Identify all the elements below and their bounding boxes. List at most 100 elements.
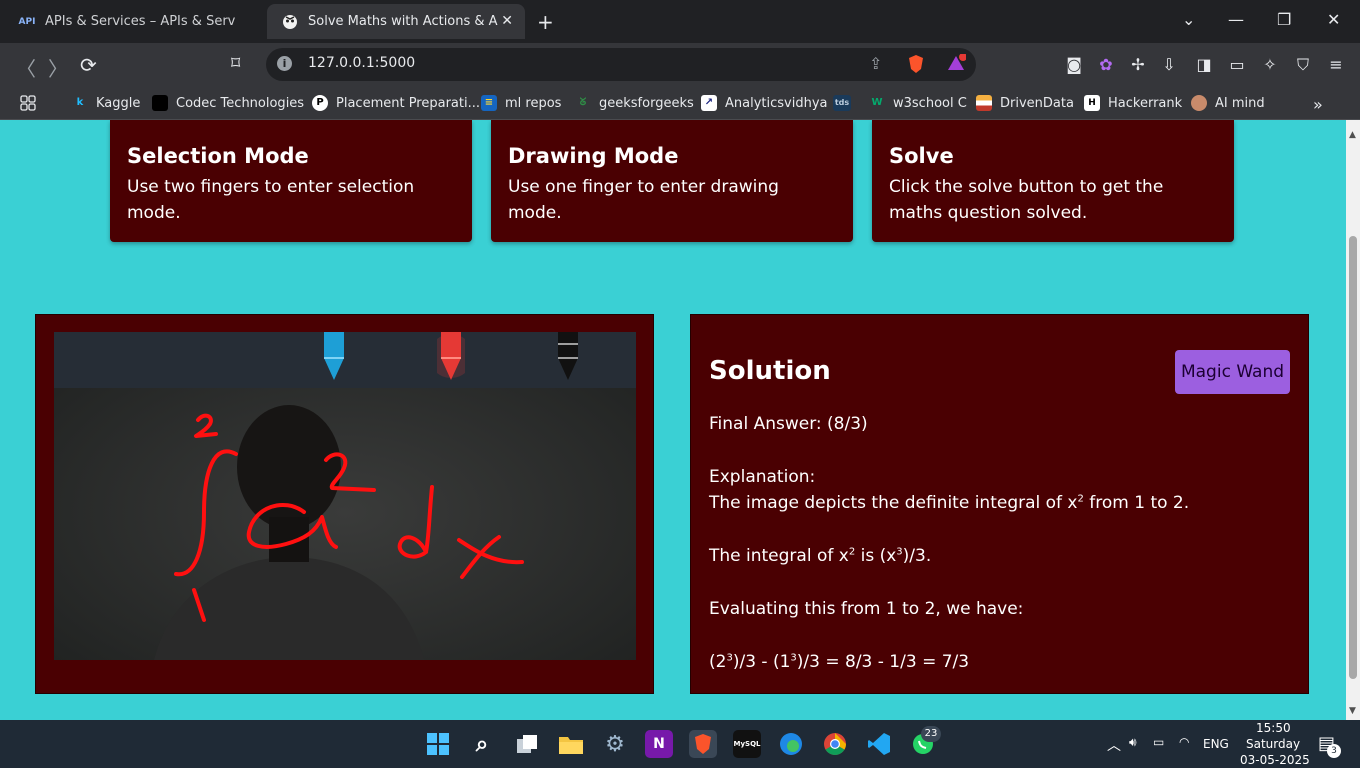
bookmark-w3school[interactable]: Ww3school C [869, 95, 967, 111]
search-icon[interactable]: ⌕ [468, 730, 496, 758]
page-content: Selection Mode Use two fingers to enter … [0, 120, 1346, 720]
w3-icon: W [871, 97, 883, 108]
brave-face-icon [281, 13, 299, 31]
camera-panel: 2 [35, 314, 654, 694]
explanation-label: Explanation: [709, 467, 816, 487]
more-bookmarks-icon[interactable]: » [1313, 95, 1323, 114]
scroll-down-icon[interactable]: ▼ [1349, 706, 1356, 716]
download-icon[interactable]: ⇩ [1159, 55, 1179, 75]
volume-icon[interactable]: 🔊︎ [1129, 735, 1137, 750]
brave-shields-icon[interactable] [907, 54, 925, 78]
clock-time[interactable]: 15:50 [1256, 721, 1291, 735]
bookmark-analyticsvidhya[interactable]: ↗ Analyticsvidhya [701, 95, 828, 111]
tab-solve-maths[interactable]: Solve Maths with Actions & AI ✕ [267, 4, 525, 39]
page-scrollbar[interactable]: ▲ ▼ [1346, 120, 1360, 720]
tab-title: Solve Maths with Actions & AI [308, 14, 498, 29]
bookmark-ai-mind[interactable]: AI mind [1191, 95, 1265, 111]
apps-grid-icon[interactable] [20, 95, 36, 111]
restore-icon[interactable]: ❐ [1277, 10, 1291, 29]
forward-icon[interactable]: 〉 [48, 53, 68, 82]
settings-gear-icon[interactable]: ⚙ [601, 730, 629, 758]
bookmark-geeksforgeeks[interactable]: ᘜ geeksforgeeks [575, 95, 694, 111]
menu-icon[interactable]: ≡ [1326, 55, 1346, 75]
tray-chevron-icon[interactable]: ︿ [1107, 735, 1121, 755]
bookmark-tds[interactable]: tds [833, 95, 859, 111]
bookmark-placement[interactable]: P Placement Preparati... [312, 95, 480, 111]
selection-mode-card: Selection Mode Use two fingers to enter … [110, 120, 472, 242]
vscode-icon[interactable] [865, 730, 893, 758]
wallet-icon[interactable]: ▭ [1227, 55, 1247, 75]
brave-browser-icon[interactable] [689, 730, 717, 758]
vpn-shield-icon[interactable]: ⛉ [1293, 55, 1313, 75]
explanation-line-4: (23)/3 - (13)/3 = 8/3 - 1/3 = 7/3 [709, 652, 970, 672]
solution-title: Solution [709, 356, 831, 386]
address-bar[interactable]: i 127.0.0.1:5000 ⇪ [266, 48, 976, 81]
notification-count-badge: 3 [1327, 744, 1341, 758]
tab-apis-services[interactable]: API APIs & Services – APIs & Services – [4, 4, 260, 39]
chart-icon: ↗ [701, 95, 717, 111]
language-indicator[interactable]: ENG [1203, 737, 1229, 751]
browser-toolbar: 〈 〉 ⟳ ⌑ i 127.0.0.1:5000 ⇪ ◙ ✿ ✢ ⇩ ◨ ▭ ✧… [0, 43, 1360, 87]
bookmark-drivendata[interactable]: DrivenData [976, 95, 1074, 111]
drawing-mode-card: Drawing Mode Use one finger to enter dra… [491, 120, 853, 242]
tab-title: APIs & Services – APIs & Services – [45, 14, 235, 29]
bookmark-icon[interactable]: ⌑ [231, 53, 240, 74]
bookmark-kaggle[interactable]: k Kaggle [72, 95, 141, 111]
ai-extension-icon[interactable]: ✿ [1096, 55, 1116, 75]
screenshot-extension-icon[interactable]: ◙ [1064, 55, 1084, 75]
bookmark-hackerrank[interactable]: H Hackerrank [1084, 95, 1182, 111]
whatsapp-badge: 23 [921, 726, 941, 742]
api-favicon-icon: API [18, 16, 36, 27]
onenote-icon[interactable]: N [645, 730, 673, 758]
share-icon[interactable]: ⇪ [869, 54, 882, 73]
clock-day[interactable]: Saturday [1246, 737, 1300, 751]
card-text: Click the solve button to get the maths … [889, 177, 1164, 223]
solution-panel: Solution Magic Wand Final Answer: (8/3) … [690, 314, 1309, 694]
handwritten-integral-drawing: 2 [174, 413, 524, 622]
final-answer: Final Answer: (8/3) [709, 414, 868, 434]
hackerrank-icon: H [1084, 95, 1100, 111]
bookmark-label: w3school C [893, 95, 967, 111]
mysql-shell-icon[interactable]: MySQL [733, 730, 761, 758]
bookmark-label: Hackerrank [1108, 95, 1183, 111]
bookmark-label: Placement Preparati... [336, 95, 480, 111]
sidebar-icon[interactable]: ◨ [1194, 55, 1214, 75]
tab-search-chevron-icon[interactable]: ⌄ [1182, 10, 1195, 29]
bookmarks-bar: k Kaggle Codec Technologies P Placement Pr… [0, 87, 1360, 120]
browser-tab-strip: API APIs & Services – APIs & Services – … [0, 0, 1360, 43]
chrome-icon[interactable] [821, 730, 849, 758]
extensions-puzzle-icon[interactable]: ✢ [1128, 55, 1148, 75]
bookmark-ml-repos[interactable]: ≡ ml repos [481, 95, 561, 111]
close-window-icon[interactable]: ✕ [1327, 10, 1340, 29]
scroll-thumb[interactable] [1349, 236, 1357, 679]
minimize-icon[interactable]: — [1228, 10, 1244, 29]
file-explorer-icon[interactable] [557, 730, 585, 758]
wifi-icon[interactable]: ◠ [1179, 735, 1189, 749]
brave-rewards-icon[interactable] [946, 53, 967, 76]
scroll-up-icon[interactable]: ▲ [1349, 130, 1356, 140]
card-text: Use two fingers to enter selection mode. [127, 177, 415, 223]
task-view-icon[interactable] [513, 730, 541, 758]
clock-date[interactable]: 03-05-2025 [1240, 753, 1310, 767]
new-tab-icon[interactable]: + [537, 10, 554, 34]
webcam-canvas[interactable]: 2 [54, 332, 636, 660]
tds-icon: tds [833, 95, 851, 111]
reload-icon[interactable]: ⟳ [80, 53, 97, 77]
url-text[interactable]: 127.0.0.1:5000 [308, 55, 415, 71]
brain-icon [1191, 95, 1207, 111]
close-tab-icon[interactable]: ✕ [501, 13, 513, 29]
explanation-line-1: The image depicts the definite integral … [709, 493, 1190, 513]
leo-ai-icon[interactable]: ✧ [1260, 55, 1280, 75]
bookmark-label: DrivenData [1000, 95, 1074, 111]
bookmark-label: AI mind [1215, 95, 1265, 111]
edge-icon[interactable] [777, 730, 805, 758]
windows-start-icon[interactable] [424, 730, 452, 758]
placement-icon: P [312, 95, 328, 111]
battery-icon[interactable]: ▭ [1153, 735, 1164, 749]
bookmark-codec[interactable]: Codec Technologies [152, 95, 304, 111]
magic-wand-button[interactable]: Magic Wand [1175, 350, 1290, 394]
card-title: Selection Mode [127, 144, 309, 168]
site-info-icon[interactable]: i [277, 56, 292, 71]
explanation-line-3: Evaluating this from 1 to 2, we have: [709, 599, 1024, 619]
back-icon[interactable]: 〈 [16, 53, 36, 82]
